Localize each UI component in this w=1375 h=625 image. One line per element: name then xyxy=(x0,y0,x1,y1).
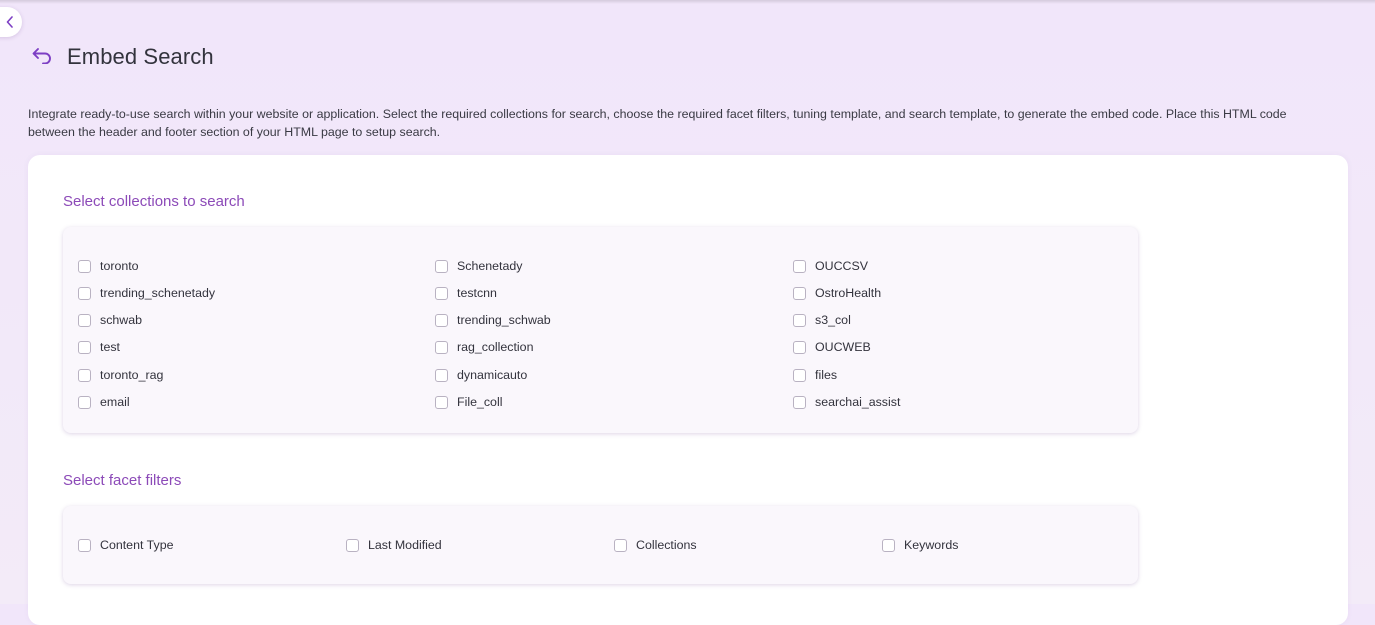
facet-label: Last Modified xyxy=(368,538,442,552)
collection-checkbox[interactable] xyxy=(435,286,448,300)
collection-checkbox[interactable] xyxy=(435,340,448,354)
collection-checkbox[interactable] xyxy=(78,340,91,354)
collection-option[interactable]: OUCWEB xyxy=(793,338,871,356)
collection-option[interactable]: Schenetady xyxy=(435,257,522,275)
back-button[interactable] xyxy=(30,45,54,69)
facet-checkbox[interactable] xyxy=(346,538,359,552)
facets-section-title: Select facet filters xyxy=(63,472,182,489)
collection-checkbox[interactable] xyxy=(793,313,806,327)
collection-label: searchai_assist xyxy=(815,395,901,409)
facet-option-collections[interactable]: Collections xyxy=(614,536,697,554)
collection-checkbox[interactable] xyxy=(78,368,91,382)
collection-checkbox[interactable] xyxy=(793,395,806,409)
collection-label: files xyxy=(815,368,838,382)
collection-checkbox[interactable] xyxy=(793,340,806,354)
collection-label: toronto xyxy=(100,259,139,273)
facet-checkbox[interactable] xyxy=(614,538,627,552)
collection-option[interactable]: schwab xyxy=(78,311,142,329)
collection-checkbox[interactable] xyxy=(78,313,91,327)
description-line-1: Integrate ready-to-use search within you… xyxy=(28,107,1287,121)
collection-option[interactable]: toronto xyxy=(78,257,139,275)
collection-option[interactable]: dynamicauto xyxy=(435,366,527,384)
collection-checkbox[interactable] xyxy=(435,395,448,409)
collection-checkbox[interactable] xyxy=(78,286,91,300)
collection-option[interactable]: s3_col xyxy=(793,311,851,329)
collections-panel: toronto trending_schenetady schwab test … xyxy=(63,227,1138,433)
collection-checkbox[interactable] xyxy=(78,259,91,273)
collection-checkbox[interactable] xyxy=(435,368,448,382)
collection-label: test xyxy=(100,340,120,354)
collection-label: File_coll xyxy=(457,395,503,409)
collection-label: OUCCSV xyxy=(815,259,869,273)
sidebar-collapse-button[interactable] xyxy=(0,7,22,37)
collection-option[interactable]: OUCCSV xyxy=(793,257,868,275)
collection-label: OUCWEB xyxy=(815,340,871,354)
collection-option[interactable]: testcnn xyxy=(435,284,497,302)
collection-option[interactable]: toronto_rag xyxy=(78,366,163,384)
collection-label: OstroHealth xyxy=(815,286,882,300)
collection-label: email xyxy=(100,395,130,409)
collection-option[interactable]: email xyxy=(78,393,130,411)
collection-checkbox[interactable] xyxy=(793,368,806,382)
collection-option[interactable]: test xyxy=(78,338,120,356)
facet-label: Content Type xyxy=(100,538,174,552)
facet-option-last-modified[interactable]: Last Modified xyxy=(346,536,442,554)
collection-checkbox[interactable] xyxy=(435,313,448,327)
collection-label: trending_schenetady xyxy=(100,286,216,300)
facets-panel: Content Type Last Modified Collections K… xyxy=(63,506,1138,584)
page-title: Embed Search xyxy=(67,44,214,69)
collection-checkbox[interactable] xyxy=(78,395,91,409)
page-description: Integrate ready-to-use search within you… xyxy=(28,105,1328,141)
facet-label: Collections xyxy=(636,538,697,552)
return-arrow-icon xyxy=(31,46,53,69)
collection-checkbox[interactable] xyxy=(793,259,806,273)
collection-label: dynamicauto xyxy=(457,368,528,382)
collection-option[interactable]: files xyxy=(793,366,837,384)
collection-option[interactable]: rag_collection xyxy=(435,338,533,356)
facet-option-content-type[interactable]: Content Type xyxy=(78,536,173,554)
chevron-left-icon xyxy=(6,16,14,28)
description-line-2: between the header and footer section of… xyxy=(28,125,441,139)
collection-label: toronto_rag xyxy=(100,368,164,382)
facet-checkbox[interactable] xyxy=(882,538,895,552)
facet-option-keywords[interactable]: Keywords xyxy=(882,536,958,554)
facet-label: Keywords xyxy=(904,538,959,552)
collection-option[interactable]: OstroHealth xyxy=(793,284,881,302)
collection-option[interactable]: File_coll xyxy=(435,393,502,411)
collection-label: testcnn xyxy=(457,286,497,300)
collection-option[interactable]: trending_schenetady xyxy=(78,284,215,302)
collection-checkbox[interactable] xyxy=(435,259,448,273)
collection-option[interactable]: searchai_assist xyxy=(793,393,900,411)
collection-label: Schenetady xyxy=(457,259,523,273)
embed-config-card: Select collections to search toronto tre… xyxy=(28,155,1348,625)
collection-option[interactable]: trending_schwab xyxy=(435,311,551,329)
facet-checkbox[interactable] xyxy=(78,538,91,552)
collection-label: rag_collection xyxy=(457,340,534,354)
collection-label: s3_col xyxy=(815,313,851,327)
page-header: Embed Search xyxy=(30,42,214,72)
collections-section-title: Select collections to search xyxy=(63,193,245,210)
collection-label: trending_schwab xyxy=(457,313,551,327)
collection-checkbox[interactable] xyxy=(793,286,806,300)
top-shadow xyxy=(0,0,1375,4)
collection-label: schwab xyxy=(100,313,143,327)
